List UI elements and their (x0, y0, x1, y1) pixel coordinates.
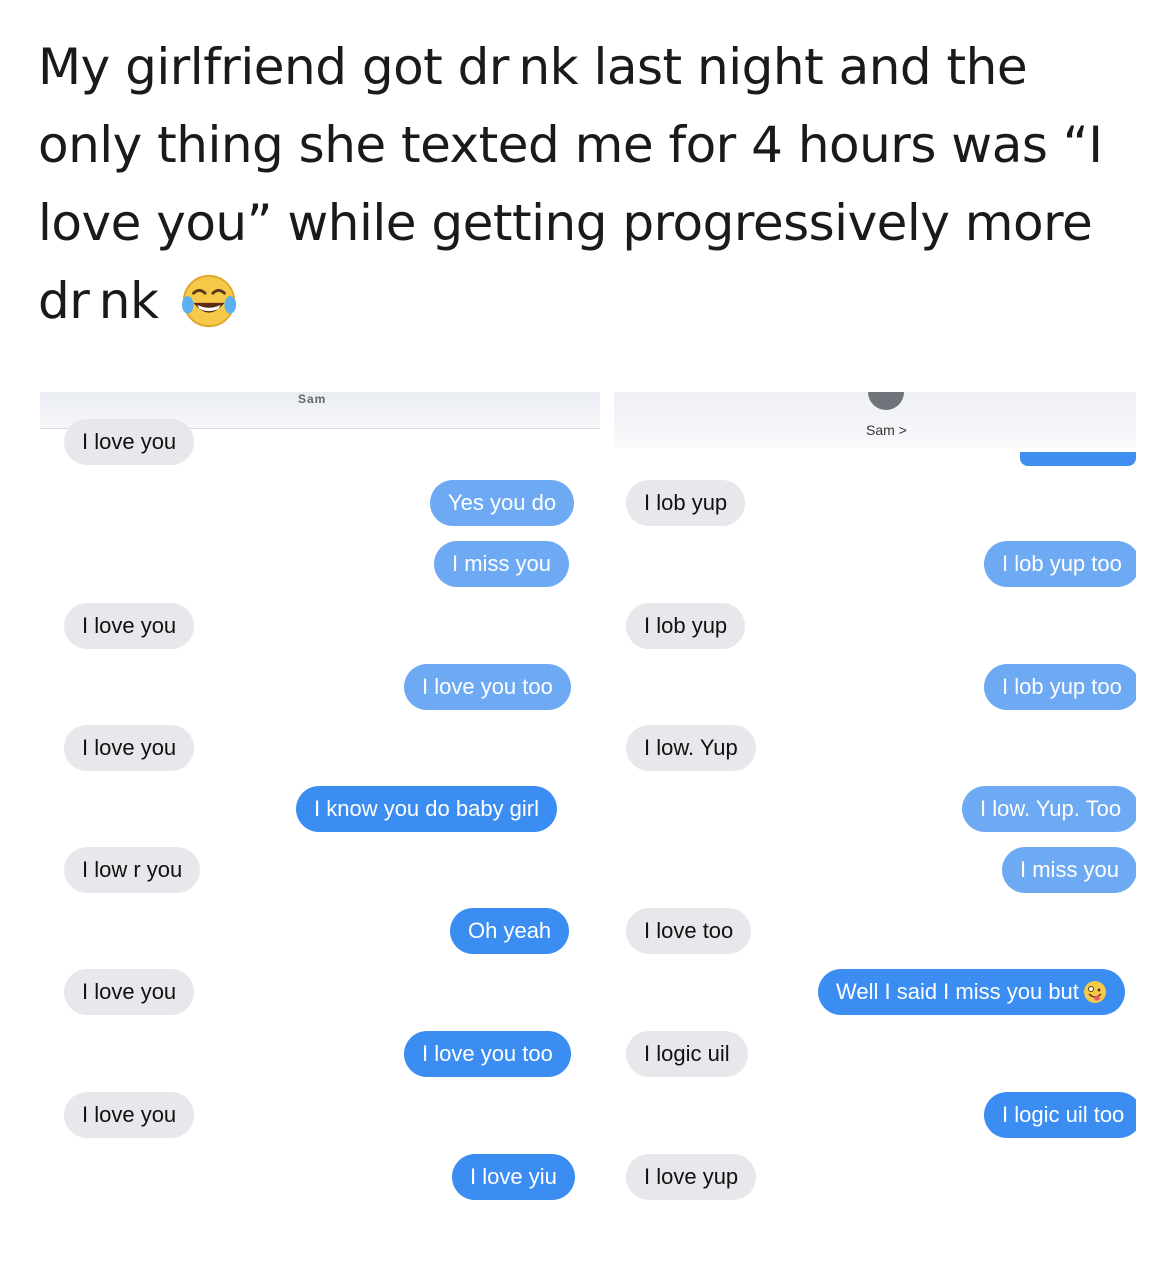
left-chat-screenshot: Sam I love you Yes you do I miss you I l… (40, 392, 600, 1200)
sent-message: I miss you (1002, 847, 1136, 893)
received-message: I love yup (626, 1154, 757, 1200)
right-chat-screenshot: Sam > I lob yup I lob yup too I lob yup … (614, 392, 1136, 1200)
contact-name: Sam > (866, 422, 907, 438)
sent-message: Yes you do (430, 480, 575, 526)
received-message: I lob yup (626, 480, 746, 526)
sent-message: I miss you (434, 541, 570, 587)
received-message: I love you (64, 603, 195, 649)
caption-line: love you” while getting progressively mo… (38, 194, 1093, 252)
received-message: I love you (64, 1092, 195, 1138)
received-message: I low r you (64, 847, 201, 893)
sent-message: I low. Yup. Too (962, 786, 1136, 832)
zany-face-emoji (1083, 981, 1106, 1003)
contact-name: Sam (298, 392, 327, 406)
caption-line: My girlfriend got dr nk last night and t… (38, 38, 1028, 96)
sent-message: I logic uil too (984, 1092, 1136, 1138)
caption-line: dr nk (38, 262, 1138, 340)
received-message: I love you (64, 725, 195, 771)
post-caption: My girlfriend got dr nk last night and t… (38, 28, 1138, 340)
sent-message: I love you too (404, 1031, 571, 1077)
sent-message-with-emoji: Well I said I miss you but (818, 969, 1125, 1015)
sent-message: I love yiu (452, 1154, 575, 1200)
received-message: I lob yup (626, 603, 746, 649)
sent-message: I love you too (404, 664, 571, 710)
sent-message-text: Well I said I miss you but (836, 979, 1079, 1004)
sent-message: I lob yup too (984, 541, 1136, 587)
caption-line: only thing she texted me for 4 hours was… (38, 116, 1103, 174)
sent-message: I know you do baby girl (296, 786, 558, 832)
received-message: I love you (64, 419, 195, 465)
caption-last-word: dr nk (38, 272, 159, 330)
contact-avatar (868, 392, 904, 410)
received-message: I logic uil (626, 1031, 748, 1077)
sent-message: I lob yup too (984, 664, 1136, 710)
received-message: I love too (626, 908, 752, 954)
previous-sent-message-edge (1020, 452, 1136, 466)
received-message: I low. Yup (626, 725, 756, 771)
received-message: I love you (64, 969, 195, 1015)
chat-header: Sam > (614, 392, 1136, 448)
sent-message: Oh yeah (450, 908, 570, 954)
tears-of-joy-emoji (181, 274, 236, 328)
